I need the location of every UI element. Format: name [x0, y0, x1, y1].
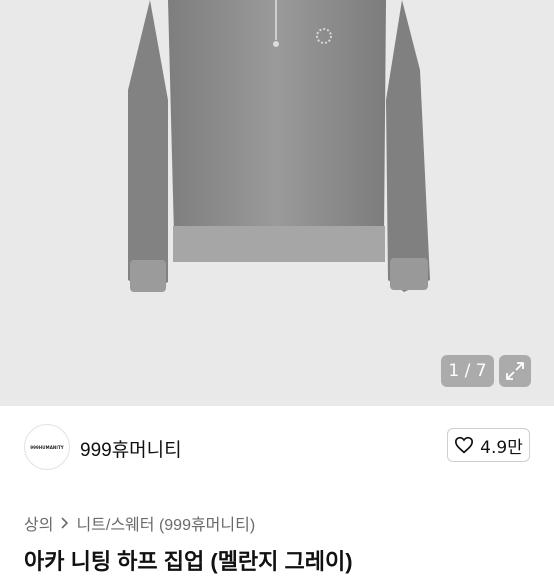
avatar-logo-text: 999HUMANITY — [30, 444, 64, 450]
product-image[interactable] — [0, 0, 554, 406]
image-counter: 1 / 7 — [441, 355, 494, 387]
heart-icon — [455, 436, 474, 454]
like-count: 4.9만 — [480, 437, 523, 458]
breadcrumb-category[interactable]: 상의 — [24, 511, 53, 535]
sweater-photo — [128, 0, 430, 292]
product-title: 아카 니팅 하프 집업 (멜란지 그레이) — [24, 549, 353, 574]
seller-avatar[interactable]: 999HUMANITY — [24, 424, 70, 470]
chevron-right-icon — [61, 517, 69, 529]
seller-section: 999HUMANITY 999휴머니티 4.9만 — [0, 406, 554, 494]
seller-name[interactable]: 999휴머니티 — [80, 435, 182, 462]
breadcrumb: 상의 니트/스웨터 (999휴머니티) — [24, 511, 255, 535]
expand-button[interactable] — [499, 355, 531, 387]
breadcrumb-subcategory[interactable]: 니트/스웨터 (999휴머니티) — [76, 511, 255, 535]
like-button[interactable]: 4.9만 — [447, 428, 530, 462]
expand-icon — [506, 362, 524, 380]
